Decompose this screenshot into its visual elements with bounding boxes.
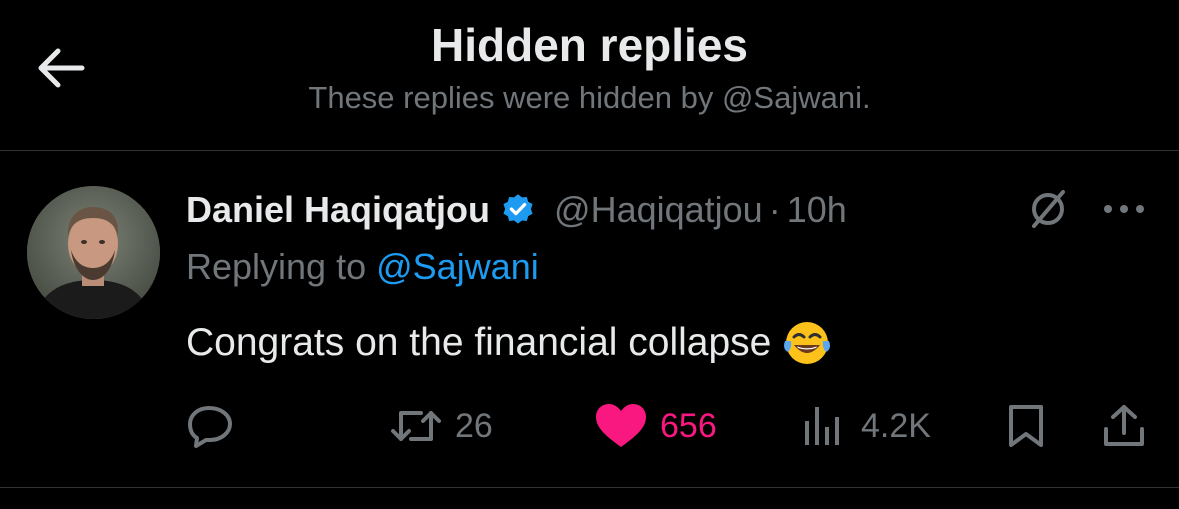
bookmark-button[interactable] <box>1006 396 1046 456</box>
avatar[interactable] <box>27 186 160 319</box>
page-subtitle: These replies were hidden by @Sajwani. <box>308 80 871 115</box>
replying-to-label: Replying to <box>186 246 377 287</box>
tweet-body: Congrats on the financial collapse <box>186 321 772 364</box>
hidden-replies-header: Hidden replies These replies were hidden… <box>0 0 1179 151</box>
author-handle[interactable]: @Haqiqatjou <box>554 189 763 231</box>
tweet[interactable]: Daniel Haqiqatjou @Haqiqatjou · 10h Repl… <box>0 151 1179 488</box>
heart-icon <box>596 404 646 447</box>
tweet-time[interactable]: 10h <box>787 189 847 231</box>
like-count: 656 <box>660 406 717 445</box>
page-title: Hidden replies <box>431 19 748 71</box>
bookmark-icon <box>1009 405 1043 447</box>
meta-separator: · <box>768 189 781 230</box>
share-button[interactable] <box>1102 396 1146 456</box>
face-with-tears-of-joy-icon <box>783 319 831 367</box>
views-count: 4.2K <box>861 406 931 445</box>
more-button[interactable] <box>1098 187 1150 231</box>
more-icon <box>1104 205 1144 213</box>
retweet-icon <box>391 411 441 441</box>
retweet-count: 26 <box>455 406 493 445</box>
views-button[interactable]: 4.2K <box>801 396 931 456</box>
tweet-text: Congrats on the financial collapse <box>186 319 831 367</box>
like-button[interactable]: 656 <box>594 396 717 456</box>
hidden-reply-icon <box>1023 184 1073 234</box>
replying-to: Replying to @Sajwani <box>186 246 539 288</box>
tweet-actions: 26 656 4.2K <box>0 396 1179 456</box>
verified-badge-icon <box>500 192 536 228</box>
replying-to-mention[interactable]: @Sajwani <box>376 246 539 287</box>
avatar-image <box>27 186 160 319</box>
share-icon <box>1104 405 1144 446</box>
reply-icon <box>188 406 232 448</box>
reply-button[interactable] <box>186 396 246 456</box>
tweet-meta: Daniel Haqiqatjou @Haqiqatjou · 10h <box>186 186 847 234</box>
views-icon <box>805 407 839 445</box>
retweet-button[interactable]: 26 <box>389 396 493 456</box>
author-name[interactable]: Daniel Haqiqatjou <box>186 189 490 231</box>
